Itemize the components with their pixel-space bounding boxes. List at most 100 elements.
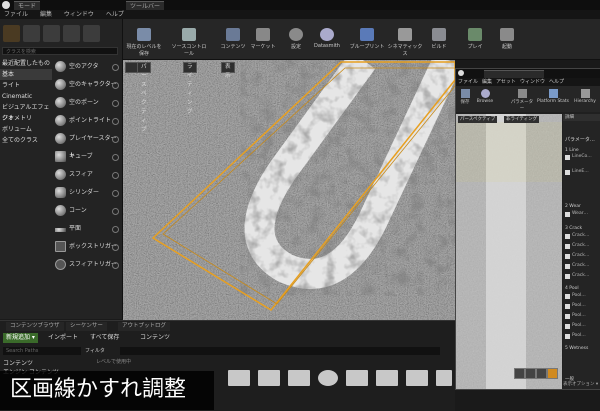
preview-perspective-button[interactable]: パースペクティブ bbox=[458, 116, 498, 123]
placeable-cylinder[interactable]: シリンダー bbox=[53, 184, 121, 201]
marketplace-button[interactable]: マーケット bbox=[245, 28, 281, 56]
blueprints-button[interactable]: ブループリント bbox=[349, 28, 385, 56]
checkbox[interactable] bbox=[565, 254, 570, 259]
play-button[interactable]: プレイ bbox=[457, 28, 493, 56]
path-search-input[interactable]: Search Paths bbox=[3, 347, 81, 355]
platform-stats-button[interactable]: Platform Stats bbox=[536, 89, 570, 104]
material-instance-editor-window[interactable]: ファイル 編集 アセット ウィンドウ ヘルプ 保存 Browse パラメーター Plat… bbox=[455, 68, 600, 390]
folder-thumbnail[interactable] bbox=[406, 370, 428, 386]
paint-mode-icon[interactable] bbox=[23, 25, 40, 42]
tab-content-browser[interactable]: コンテンツブラウザ bbox=[6, 322, 64, 331]
sphere-thumbnail[interactable] bbox=[318, 370, 338, 386]
path-breadcrumb[interactable]: コンテンツ bbox=[140, 333, 170, 343]
placeable-player-start[interactable]: プレイヤースタート bbox=[53, 130, 121, 159]
menu-file[interactable]: ファイル bbox=[458, 79, 478, 85]
group-wetness[interactable]: 5 Wetness bbox=[565, 346, 588, 351]
checkbox[interactable] bbox=[565, 155, 570, 160]
editor-tab[interactable] bbox=[484, 70, 544, 78]
preview-lighting-button[interactable]: 非ライティング bbox=[504, 116, 540, 123]
level-viewport[interactable] bbox=[123, 60, 455, 320]
placeable-sphere[interactable]: スフィア bbox=[53, 166, 121, 183]
geometry-mode-icon[interactable] bbox=[83, 25, 100, 42]
menu-file[interactable]: ファイル bbox=[4, 11, 28, 18]
import-button[interactable]: インポート bbox=[48, 333, 78, 343]
hierarchy-button[interactable]: Hierarchy bbox=[572, 89, 598, 104]
menu-edit[interactable]: 編集 bbox=[482, 79, 492, 85]
browse-button[interactable]: Browse bbox=[476, 89, 494, 104]
placeable-empty-character[interactable]: 空のキャラクター bbox=[53, 76, 121, 93]
checkbox[interactable] bbox=[565, 170, 570, 175]
category-cinematic[interactable]: Cinematic bbox=[0, 91, 52, 102]
tab-sequencer[interactable]: シーケンサー bbox=[66, 322, 107, 331]
category-volumes[interactable]: ボリューム bbox=[0, 124, 52, 135]
add-new-button[interactable]: 新規追加 ▾ bbox=[3, 333, 38, 343]
placeable-cone[interactable]: コーン bbox=[53, 202, 121, 219]
folder-thumbnail[interactable] bbox=[436, 370, 452, 386]
landscape-mode-icon[interactable] bbox=[43, 25, 60, 42]
datasmith-button[interactable]: Datasmith bbox=[309, 28, 345, 56]
foliage-mode-icon[interactable] bbox=[63, 25, 80, 42]
category-all-classes[interactable]: 全てのクラス bbox=[0, 135, 52, 146]
cinematics-button[interactable]: シネマティックス bbox=[387, 28, 423, 57]
plane-preview-button[interactable] bbox=[536, 368, 547, 379]
placeable-box-trigger[interactable]: ボックストリガー bbox=[53, 238, 121, 255]
checkbox[interactable] bbox=[565, 304, 570, 309]
save-button[interactable]: 保存 bbox=[458, 89, 472, 105]
category-visual-effects[interactable]: ビジュアルエフェクト bbox=[0, 102, 52, 122]
checkbox[interactable] bbox=[565, 234, 570, 239]
group-crack[interactable]: 3 Crack bbox=[565, 226, 582, 231]
category-lights[interactable]: ライト bbox=[0, 80, 52, 91]
class-search-input[interactable]: クラスを検索 bbox=[2, 47, 118, 55]
filter-button[interactable]: フィルタ bbox=[85, 347, 105, 355]
checkbox[interactable] bbox=[565, 314, 570, 319]
cylinder-preview-button[interactable] bbox=[514, 368, 525, 379]
checkbox[interactable] bbox=[565, 244, 570, 249]
group-line[interactable]: 1 Line bbox=[565, 148, 579, 153]
placeable-empty-pawn[interactable]: 空のポーン bbox=[53, 94, 121, 111]
category-recent[interactable]: 最近配置したもの bbox=[0, 58, 52, 69]
checkbox[interactable] bbox=[565, 274, 570, 279]
build-button[interactable]: ビルド bbox=[421, 28, 457, 56]
checkbox[interactable] bbox=[565, 324, 570, 329]
group-wear[interactable]: 2 Wear bbox=[565, 204, 581, 209]
menu-window[interactable]: ウィンドウ bbox=[64, 11, 94, 18]
folder-thumbnail[interactable] bbox=[376, 370, 398, 386]
folder-thumbnail[interactable] bbox=[258, 370, 280, 386]
menu-asset[interactable]: アセット bbox=[496, 79, 516, 85]
folder-thumbnail[interactable] bbox=[228, 370, 250, 386]
placeable-empty-actor[interactable]: 空のアクタ bbox=[53, 58, 121, 75]
material-preview-viewport[interactable]: パースペクティブ 非ライティング bbox=[456, 114, 562, 389]
sphere-preview-button[interactable] bbox=[525, 368, 536, 379]
source-control-button[interactable]: ソースコントロール bbox=[171, 28, 207, 57]
group-pool[interactable]: 4 Pool bbox=[565, 286, 579, 291]
asset-search-input[interactable] bbox=[120, 347, 440, 355]
perspective-button[interactable]: パースペクティブ bbox=[137, 62, 151, 133]
save-all-button[interactable]: すべて保存 bbox=[90, 333, 119, 343]
menu-help[interactable]: ヘルプ bbox=[106, 11, 124, 18]
save-level-button[interactable]: 現在のレベルを保存 bbox=[126, 28, 162, 57]
checkbox[interactable] bbox=[565, 294, 570, 299]
placeable-plane[interactable]: 平面 bbox=[53, 220, 121, 237]
folder-thumbnail[interactable] bbox=[288, 370, 310, 386]
checkbox[interactable] bbox=[565, 212, 570, 217]
menu-edit[interactable]: 編集 bbox=[40, 11, 52, 18]
lighting-button[interactable]: ライティング bbox=[183, 62, 197, 115]
checkbox[interactable] bbox=[565, 264, 570, 269]
category-geometry[interactable]: ジオメトリ bbox=[0, 113, 52, 124]
category-basic[interactable]: 基本 bbox=[0, 69, 52, 80]
show-button[interactable]: 表示 bbox=[221, 62, 235, 79]
menu-help[interactable]: ヘルプ bbox=[549, 79, 564, 85]
view-options-button[interactable]: 表示オプション ▾ bbox=[563, 381, 598, 387]
launch-button[interactable]: 起動 bbox=[489, 28, 525, 56]
place-mode-icon[interactable] bbox=[3, 25, 20, 42]
placeable-sphere-trigger[interactable]: スフィアトリガー bbox=[53, 256, 121, 273]
menu-window[interactable]: ウィンドウ bbox=[520, 79, 545, 85]
folder-thumbnail[interactable] bbox=[346, 370, 368, 386]
parameters-button[interactable]: パラメーター bbox=[510, 89, 534, 111]
placeable-cube[interactable]: キューブ bbox=[53, 148, 121, 165]
tab-output-log[interactable]: アウトプットログ bbox=[118, 322, 171, 331]
details-tab[interactable]: 詳細 bbox=[563, 114, 600, 121]
tree-item-content[interactable]: コンテンツ bbox=[3, 358, 33, 367]
checkbox[interactable] bbox=[565, 334, 570, 339]
placeable-point-light[interactable]: ポイントライト bbox=[53, 112, 121, 129]
